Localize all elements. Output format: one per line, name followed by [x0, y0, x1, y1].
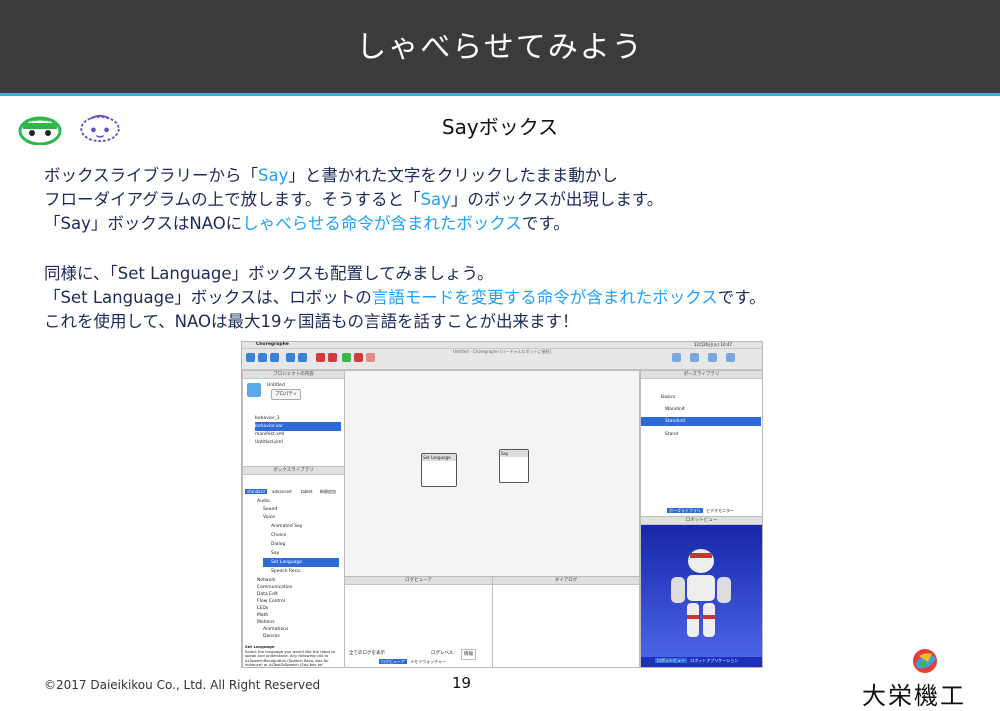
paragraph1-line3: 「Say」ボックスはNAOにしゃべらせる命令が含まれたボックスです。 [44, 214, 570, 233]
tab-memory-watcher[interactable]: メモリウォッチャー [408, 659, 448, 664]
flow-diagram-panel[interactable]: Set Language Say [344, 370, 640, 577]
tab-pose-library[interactable]: ポーズライブラリ [667, 508, 703, 513]
lib-choice[interactable]: Choice [271, 531, 286, 540]
pose-standinit[interactable]: Standinit [641, 417, 761, 426]
lib-say[interactable]: Say [271, 549, 279, 558]
paragraph2-line3: これを使用して、NAOは最大19ヶ国語もの言語を話すことが出来ます！ [44, 312, 579, 331]
robot-view-title: ロボットビュー [641, 517, 762, 525]
paragraph1-line2: フローダイアグラムの上で放します。そうすると「Say」のボックスが出現します。 [44, 190, 664, 209]
project-panel-title: プロジェクトの内容 [243, 371, 344, 379]
nao-robot-3d-icon [641, 525, 762, 657]
pose-library-panel: ポーズライブラリ Basics Wandinit Standinit Stand… [640, 370, 762, 517]
slide-title: しゃべらせてみよう [356, 30, 644, 65]
lib-speech-reco[interactable]: Speech Reco. [271, 567, 301, 576]
tab-log-viewer[interactable]: ログビューア [379, 659, 407, 664]
say-highlight: Say [258, 166, 289, 185]
log-level-label: ログレベル: [431, 651, 456, 656]
dialog-panel: ダイアログ [492, 576, 640, 667]
copyright-text: ©2017 Daieikikou Co., Ltd. All Right Res… [44, 678, 321, 692]
language-command-highlight: 言語モードを変更する命令が含まれたボックス [371, 288, 718, 307]
pose-folder-basics[interactable]: Basics [661, 393, 675, 402]
robot-view-panel[interactable]: ロボットビュー ロボットビュー ロボットアプリケーション [640, 516, 762, 667]
section-subtitle: Sayボックス [441, 115, 559, 139]
tab-video-monitor[interactable]: ビデオモニター [704, 508, 736, 513]
wake-up-button[interactable] [690, 353, 699, 362]
log-viewer-panel: ログビューア 全てのログを表示 ログレベル: 情報 ログビューア メモリウォッチ… [344, 576, 493, 667]
paragraph2-line2: 「Set Language」ボックスは、ロボットの言語モードを変更する命令が含ま… [44, 288, 766, 307]
pose-library-title: ポーズライブラリ [641, 371, 762, 379]
pose-stand[interactable]: Stand [665, 430, 678, 439]
tab-tablet[interactable]: tablet [297, 489, 317, 494]
open-button[interactable] [258, 353, 267, 362]
set-language-box[interactable]: Set Language [421, 453, 457, 487]
lib-dialog[interactable]: Dialog [271, 540, 285, 549]
main-toolbar: Untitled - Choregraphe [バーチャルロボットに接続] [242, 349, 762, 370]
box-description: Set Language Select the language you woul… [245, 644, 336, 667]
debug-button[interactable] [366, 353, 375, 362]
file-pml[interactable]: Untitled.pml [255, 438, 283, 447]
volume-icon[interactable] [672, 353, 681, 362]
choregraphe-screenshot: Choregraphe 12月26日(火) 10:47 Untitled - C… [241, 341, 763, 668]
lib-voice[interactable]: Voice [263, 513, 275, 522]
dialog-title: ダイアログ [493, 577, 639, 585]
title-bar: しゃべらせてみよう [0, 0, 1000, 96]
redo-button[interactable] [298, 353, 307, 362]
company-name: 大栄機工 [862, 682, 966, 710]
paragraph2-line1: 同様に、「Set Language」ボックスも配置してみましょう。 [44, 264, 494, 283]
library-tabs: standard advanced tablet 新規追加 [245, 489, 338, 495]
tab-standard[interactable]: standard [245, 489, 267, 494]
app-menu-name: Choregraphe [256, 342, 289, 347]
say-box[interactable]: Say [499, 449, 529, 483]
page-number: 19 [452, 674, 472, 692]
project-content-panel: プロジェクトの内容 Untitled プロパティ behavior_1 beha… [242, 370, 345, 467]
lib-dances[interactable]: Dances [263, 632, 280, 641]
pose-wandinit[interactable]: Wandinit [665, 405, 685, 414]
autonomous-button[interactable] [708, 353, 717, 362]
log-viewer-title: ログビューア [345, 577, 492, 585]
save-button[interactable] [270, 353, 279, 362]
paragraph1-line1: ボックスライブラリーから「Say」と書かれた文字をクリックしたまま動かし [44, 166, 618, 185]
stop-button[interactable] [354, 353, 363, 362]
lib-animated-say[interactable]: Animated Say [271, 522, 302, 531]
log-level-select[interactable]: 情報 [461, 649, 476, 660]
property-button[interactable]: プロパティ [271, 389, 302, 400]
tab-advanced[interactable]: advanced [268, 489, 296, 494]
menubar-clock: 12月26日(火) 10:47 [693, 342, 732, 347]
lib-set-language[interactable]: Set Language [263, 558, 339, 567]
box-library-panel: ボックスライブラリ standard advanced tablet 新規追加 … [242, 466, 345, 667]
show-all-logs-checkbox[interactable]: 全てのログを表示 [349, 649, 385, 658]
connect-button[interactable] [316, 353, 325, 362]
project-icon [247, 383, 261, 397]
speak-command-highlight: しゃべらせる命令が含まれたボックス [242, 214, 522, 233]
tab-robot-view[interactable]: ロボットビュー [655, 658, 687, 663]
new-project-button[interactable] [246, 353, 255, 362]
mac-menubar: Choregraphe 12月26日(火) 10:47 [242, 342, 762, 349]
tab-new[interactable]: 新規追加 [318, 489, 338, 494]
undo-button[interactable] [286, 353, 295, 362]
say-highlight: Say [420, 190, 451, 209]
tab-robot-applications[interactable]: ロボットアプリケーション [688, 658, 740, 663]
animation-mode-button[interactable] [726, 353, 735, 362]
disconnect-button[interactable] [328, 353, 337, 362]
box-library-title: ボックスライブラリ [243, 467, 344, 475]
play-button[interactable] [342, 353, 351, 362]
company-logo-icon [913, 649, 937, 673]
